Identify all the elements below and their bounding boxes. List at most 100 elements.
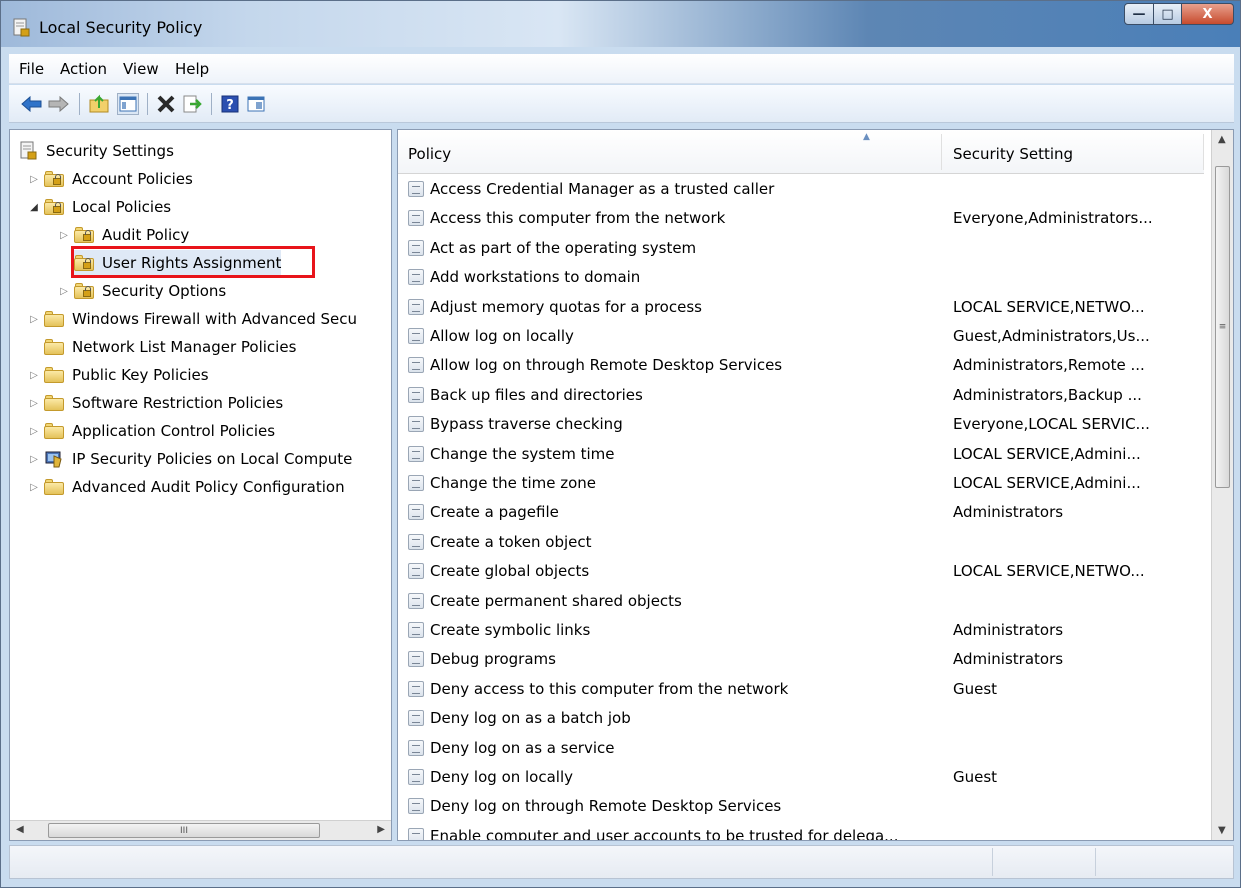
tree-item-audit-policy[interactable]: ▷ Audit Policy	[58, 222, 189, 248]
delete-button[interactable]	[155, 93, 177, 115]
tree-item-security-settings[interactable]: Security Settings	[20, 138, 174, 164]
tree-item-windows-firewall[interactable]: ▷ Windows Firewall with Advanced Secu	[28, 306, 357, 332]
title-bar[interactable]: Local Security Policy — □ X	[1, 1, 1240, 47]
expand-icon[interactable]: ▷	[58, 285, 70, 297]
policy-icon	[408, 269, 424, 285]
menu-help[interactable]: Help	[175, 60, 209, 78]
expand-icon[interactable]: ▷	[28, 397, 40, 409]
console-tree: Security Settings ▷ Account Policies ◢ L…	[9, 129, 392, 841]
help-button[interactable]: ?	[219, 93, 241, 115]
scroll-right-icon[interactable]: ▶	[377, 824, 385, 835]
list-item[interactable]: Allow log on through Remote Desktop Serv…	[408, 352, 782, 378]
list-item[interactable]: Deny access to this computer from the ne…	[408, 676, 788, 702]
column-divider[interactable]	[941, 134, 942, 170]
folder-icon	[44, 479, 64, 495]
show-hide-console-tree-button[interactable]	[117, 93, 139, 115]
tree-item-application-control[interactable]: ▷ Application Control Policies	[28, 418, 275, 444]
tree-item-label: Public Key Policies	[72, 366, 209, 384]
list-item[interactable]: Act as part of the operating system	[408, 235, 696, 261]
scrollbar-thumb[interactable]: III	[48, 823, 320, 838]
policy-icon	[408, 475, 424, 491]
list-item[interactable]: Deny log on as a batch job	[408, 705, 631, 731]
toolbar: ?	[9, 85, 1234, 123]
list-item[interactable]: Enable computer and user accounts to be …	[408, 823, 898, 840]
minimize-button[interactable]: —	[1124, 3, 1154, 25]
list-item[interactable]: Bypass traverse checking	[408, 411, 623, 437]
column-divider[interactable]	[1203, 134, 1204, 170]
list-item[interactable]: Change the system time	[408, 441, 614, 467]
list-item[interactable]: Create symbolic links	[408, 617, 590, 643]
up-one-level-button[interactable]	[89, 93, 111, 115]
toolbar-separator	[147, 93, 148, 115]
tree-item-advanced-audit[interactable]: ▷ Advanced Audit Policy Configuration	[28, 474, 344, 500]
collapse-icon[interactable]: ◢	[28, 201, 40, 213]
back-button[interactable]	[21, 93, 43, 115]
tree-item-software-restriction[interactable]: ▷ Software Restriction Policies	[28, 390, 283, 416]
policy-name: Add workstations to domain	[430, 268, 641, 286]
list-item[interactable]: Deny log on locally	[408, 764, 573, 790]
folder-icon	[44, 311, 64, 327]
policy-icon	[408, 769, 424, 785]
list-item[interactable]: Change the time zone	[408, 470, 596, 496]
expand-icon[interactable]: ▷	[28, 481, 40, 493]
tree-item-security-options[interactable]: ▷ Security Options	[58, 278, 226, 304]
locked-folder-icon	[74, 283, 94, 299]
policy-name: Deny log on through Remote Desktop Servi…	[430, 797, 782, 815]
forward-arrow-icon	[48, 96, 69, 112]
tree-item-local-policies[interactable]: ◢ Local Policies	[28, 194, 171, 220]
scroll-left-icon[interactable]: ◀	[16, 824, 24, 835]
tree-horizontal-scrollbar[interactable]: ◀ III ▶	[10, 820, 391, 840]
list-item[interactable]: Deny log on through Remote Desktop Servi…	[408, 793, 781, 819]
list-item[interactable]: Deny log on as a service	[408, 735, 614, 761]
list-item[interactable]: Back up files and directories	[408, 382, 643, 408]
expand-icon[interactable]: ▷	[58, 229, 70, 241]
grip-icon: III	[180, 825, 188, 836]
policy-icon	[408, 357, 424, 373]
expand-icon[interactable]: ▷	[28, 425, 40, 437]
export-list-button[interactable]	[181, 93, 203, 115]
list-item[interactable]: Access Credential Manager as a trusted c…	[408, 176, 774, 202]
expand-icon[interactable]: ▷	[28, 453, 40, 465]
column-header-policy[interactable]: Policy	[408, 145, 451, 163]
tree-item-network-list-manager[interactable]: Network List Manager Policies	[44, 334, 296, 360]
forward-button[interactable]	[47, 93, 69, 115]
menu-file[interactable]: File	[19, 60, 44, 78]
list-item[interactable]: Add workstations to domain	[408, 264, 640, 290]
minimize-icon: —	[1132, 6, 1146, 22]
expand-icon[interactable]: ▷	[28, 173, 40, 185]
menu-view[interactable]: View	[123, 60, 159, 78]
scroll-up-icon[interactable]: ▲	[1218, 134, 1226, 145]
list-item[interactable]: Debug programs	[408, 646, 556, 672]
sort-ascending-icon: ▲	[863, 132, 870, 142]
list-item[interactable]: Create global objects	[408, 558, 589, 584]
policy-name: Create symbolic links	[430, 621, 591, 639]
tree-item-public-key-policies[interactable]: ▷ Public Key Policies	[28, 362, 209, 388]
maximize-icon: □	[1161, 6, 1174, 22]
folder-icon	[44, 339, 64, 355]
list-item[interactable]: Allow log on locally	[408, 323, 574, 349]
policy-icon	[408, 651, 424, 667]
list-item[interactable]: Adjust memory quotas for a process	[408, 294, 702, 320]
tree-item-account-policies[interactable]: ▷ Account Policies	[28, 166, 193, 192]
close-button[interactable]: X	[1182, 3, 1234, 25]
policy-icon	[408, 563, 424, 579]
policy-icon	[408, 622, 424, 638]
expand-icon[interactable]: ▷	[28, 369, 40, 381]
list-vertical-scrollbar[interactable]: ▲ ≡ ▼	[1211, 130, 1233, 840]
locked-folder-icon	[74, 227, 94, 243]
policy-icon	[408, 593, 424, 609]
menu-action[interactable]: Action	[60, 60, 107, 78]
tree-item-ip-security-policies[interactable]: ▷ IP Security Policies on Local Compute	[28, 446, 352, 472]
column-header-security-setting[interactable]: Security Setting	[953, 145, 1073, 163]
delete-icon	[157, 95, 175, 113]
scroll-down-icon[interactable]: ▼	[1218, 825, 1226, 836]
scrollbar-thumb[interactable]: ≡	[1215, 166, 1230, 488]
properties-button[interactable]	[245, 93, 267, 115]
list-item[interactable]: Create a token object	[408, 529, 592, 555]
list-item[interactable]: Access this computer from the network	[408, 205, 725, 231]
list-item[interactable]: Create a pagefile	[408, 499, 559, 525]
list-item[interactable]: Create permanent shared objects	[408, 588, 682, 614]
maximize-button[interactable]: □	[1154, 3, 1182, 25]
show-hide-tree-icon	[119, 96, 137, 112]
expand-icon[interactable]: ▷	[28, 313, 40, 325]
